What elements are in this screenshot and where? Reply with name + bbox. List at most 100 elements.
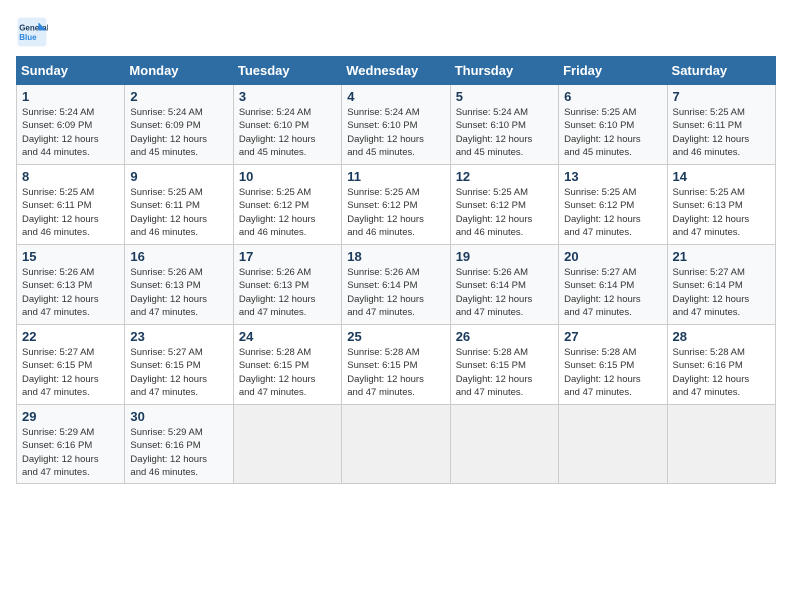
calendar-cell (667, 405, 775, 484)
calendar-cell (342, 405, 450, 484)
day-number: 11 (347, 169, 444, 184)
day-info: Sunrise: 5:27 AM Sunset: 6:14 PM Dayligh… (673, 266, 770, 319)
day-info: Sunrise: 5:25 AM Sunset: 6:12 PM Dayligh… (347, 186, 444, 239)
calendar-cell: 5 Sunrise: 5:24 AM Sunset: 6:10 PM Daylig… (450, 85, 558, 165)
calendar-header: SundayMondayTuesdayWednesdayThursdayFrid… (17, 57, 776, 85)
day-number: 27 (564, 329, 661, 344)
calendar-cell: 25Sunrise: 5:28 AM Sunset: 6:15 PM Dayli… (342, 325, 450, 405)
logo: General Blue (16, 16, 52, 48)
calendar-cell (559, 405, 667, 484)
day-info: Sunrise: 5:25 AM Sunset: 6:13 PM Dayligh… (673, 186, 770, 239)
calendar-week-4: 22Sunrise: 5:27 AM Sunset: 6:15 PM Dayli… (17, 325, 776, 405)
day-number: 21 (673, 249, 770, 264)
calendar-cell: 14 Sunrise: 5:25 AM Sunset: 6:13 PM Dayli… (667, 165, 775, 245)
logo-icon: General Blue (16, 16, 48, 48)
day-number: 12 (456, 169, 553, 184)
weekday-header-sunday: Sunday (17, 57, 125, 85)
day-number: 5 (456, 89, 553, 104)
calendar-cell: 26 Sunrise: 5:28 AM Sunset: 6:15 PM Dayli… (450, 325, 558, 405)
calendar-cell: 28 Sunrise: 5:28 AM Sunset: 6:16 PM Dayli… (667, 325, 775, 405)
calendar-cell: 20Sunrise: 5:27 AM Sunset: 6:14 PM Dayli… (559, 245, 667, 325)
calendar-cell: 13 Sunrise: 5:25 AM Sunset: 6:12 PM Dayli… (559, 165, 667, 245)
day-info: Sunrise: 5:24 AM Sunset: 6:10 PM Dayligh… (347, 106, 444, 159)
day-info: Sunrise: 5:25 AM Sunset: 6:11 PM Dayligh… (673, 106, 770, 159)
calendar-cell: 3 Sunrise: 5:24 AM Sunset: 6:10 PM Daylig… (233, 85, 341, 165)
calendar-cell: 27 Sunrise: 5:28 AM Sunset: 6:15 PM Dayli… (559, 325, 667, 405)
day-number: 25 (347, 329, 444, 344)
day-number: 7 (673, 89, 770, 104)
day-info: Sunrise: 5:24 AM Sunset: 6:10 PM Dayligh… (239, 106, 336, 159)
header: General Blue (16, 16, 776, 48)
day-number: 23 (130, 329, 227, 344)
calendar-table: SundayMondayTuesdayWednesdayThursdayFrid… (16, 56, 776, 484)
calendar-cell (233, 405, 341, 484)
day-info: Sunrise: 5:29 AM Sunset: 6:16 PM Dayligh… (22, 426, 119, 479)
day-number: 17 (239, 249, 336, 264)
day-number: 15 (22, 249, 119, 264)
day-number: 14 (673, 169, 770, 184)
day-number: 4 (347, 89, 444, 104)
calendar-cell: 22Sunrise: 5:27 AM Sunset: 6:15 PM Dayli… (17, 325, 125, 405)
day-number: 2 (130, 89, 227, 104)
day-info: Sunrise: 5:25 AM Sunset: 6:10 PM Dayligh… (564, 106, 661, 159)
calendar-cell: 11 Sunrise: 5:25 AM Sunset: 6:12 PM Dayli… (342, 165, 450, 245)
day-number: 8 (22, 169, 119, 184)
day-number: 3 (239, 89, 336, 104)
calendar-cell: 16 Sunrise: 5:26 AM Sunset: 6:13 PM Dayli… (125, 245, 233, 325)
calendar-cell: 7 Sunrise: 5:25 AM Sunset: 6:11 PM Daylig… (667, 85, 775, 165)
calendar-cell: 9Sunrise: 5:25 AM Sunset: 6:11 PM Daylig… (125, 165, 233, 245)
day-number: 6 (564, 89, 661, 104)
calendar-cell: 18Sunrise: 5:26 AM Sunset: 6:14 PM Dayli… (342, 245, 450, 325)
weekday-header-thursday: Thursday (450, 57, 558, 85)
weekday-header-row: SundayMondayTuesdayWednesdayThursdayFrid… (17, 57, 776, 85)
day-info: Sunrise: 5:28 AM Sunset: 6:16 PM Dayligh… (673, 346, 770, 399)
calendar-cell: 2 Sunrise: 5:24 AM Sunset: 6:09 PM Daylig… (125, 85, 233, 165)
day-info: Sunrise: 5:24 AM Sunset: 6:09 PM Dayligh… (130, 106, 227, 159)
day-info: Sunrise: 5:26 AM Sunset: 6:13 PM Dayligh… (130, 266, 227, 319)
calendar-week-3: 15 Sunrise: 5:26 AM Sunset: 6:13 PM Dayli… (17, 245, 776, 325)
day-number: 19 (456, 249, 553, 264)
day-number: 30 (130, 409, 227, 424)
day-info: Sunrise: 5:26 AM Sunset: 6:14 PM Dayligh… (456, 266, 553, 319)
day-info: Sunrise: 5:26 AM Sunset: 6:14 PM Dayligh… (347, 266, 444, 319)
calendar-week-1: 1Sunrise: 5:24 AM Sunset: 6:09 PM Daylig… (17, 85, 776, 165)
calendar-cell (450, 405, 558, 484)
day-info: Sunrise: 5:28 AM Sunset: 6:15 PM Dayligh… (564, 346, 661, 399)
calendar-week-5: 29Sunrise: 5:29 AM Sunset: 6:16 PM Dayli… (17, 405, 776, 484)
day-info: Sunrise: 5:28 AM Sunset: 6:15 PM Dayligh… (239, 346, 336, 399)
calendar-cell: 29Sunrise: 5:29 AM Sunset: 6:16 PM Dayli… (17, 405, 125, 484)
day-number: 24 (239, 329, 336, 344)
calendar-cell: 17 Sunrise: 5:26 AM Sunset: 6:13 PM Dayli… (233, 245, 341, 325)
day-info: Sunrise: 5:27 AM Sunset: 6:14 PM Dayligh… (564, 266, 661, 319)
day-info: Sunrise: 5:25 AM Sunset: 6:12 PM Dayligh… (456, 186, 553, 239)
day-number: 16 (130, 249, 227, 264)
calendar-cell: 8Sunrise: 5:25 AM Sunset: 6:11 PM Daylig… (17, 165, 125, 245)
calendar-cell: 19 Sunrise: 5:26 AM Sunset: 6:14 PM Dayli… (450, 245, 558, 325)
day-info: Sunrise: 5:27 AM Sunset: 6:15 PM Dayligh… (22, 346, 119, 399)
day-info: Sunrise: 5:29 AM Sunset: 6:16 PM Dayligh… (130, 426, 227, 479)
calendar-cell: 4 Sunrise: 5:24 AM Sunset: 6:10 PM Daylig… (342, 85, 450, 165)
day-info: Sunrise: 5:28 AM Sunset: 6:15 PM Dayligh… (456, 346, 553, 399)
calendar-body: 1Sunrise: 5:24 AM Sunset: 6:09 PM Daylig… (17, 85, 776, 484)
calendar-cell: 21 Sunrise: 5:27 AM Sunset: 6:14 PM Dayli… (667, 245, 775, 325)
calendar-cell: 23Sunrise: 5:27 AM Sunset: 6:15 PM Dayli… (125, 325, 233, 405)
day-info: Sunrise: 5:24 AM Sunset: 6:10 PM Dayligh… (456, 106, 553, 159)
day-info: Sunrise: 5:25 AM Sunset: 6:11 PM Dayligh… (130, 186, 227, 239)
day-number: 28 (673, 329, 770, 344)
calendar-cell: 30 Sunrise: 5:29 AM Sunset: 6:16 PM Dayli… (125, 405, 233, 484)
day-number: 26 (456, 329, 553, 344)
weekday-header-friday: Friday (559, 57, 667, 85)
calendar-week-2: 8 Sunrise: 5:25 AM Sunset: 6:11 PM Daylig… (17, 165, 776, 245)
calendar-cell: 6 Sunrise: 5:25 AM Sunset: 6:10 PM Daylig… (559, 85, 667, 165)
day-info: Sunrise: 5:25 AM Sunset: 6:12 PM Dayligh… (564, 186, 661, 239)
weekday-header-monday: Monday (125, 57, 233, 85)
weekday-header-wednesday: Wednesday (342, 57, 450, 85)
day-number: 13 (564, 169, 661, 184)
svg-text:Blue: Blue (19, 33, 37, 42)
calendar-cell: 12 Sunrise: 5:25 AM Sunset: 6:12 PM Dayli… (450, 165, 558, 245)
day-info: Sunrise: 5:26 AM Sunset: 6:13 PM Dayligh… (22, 266, 119, 319)
calendar-cell: 15 Sunrise: 5:26 AM Sunset: 6:13 PM Dayli… (17, 245, 125, 325)
day-info: Sunrise: 5:24 AM Sunset: 6:09 PM Dayligh… (22, 106, 119, 159)
day-info: Sunrise: 5:26 AM Sunset: 6:13 PM Dayligh… (239, 266, 336, 319)
day-number: 10 (239, 169, 336, 184)
